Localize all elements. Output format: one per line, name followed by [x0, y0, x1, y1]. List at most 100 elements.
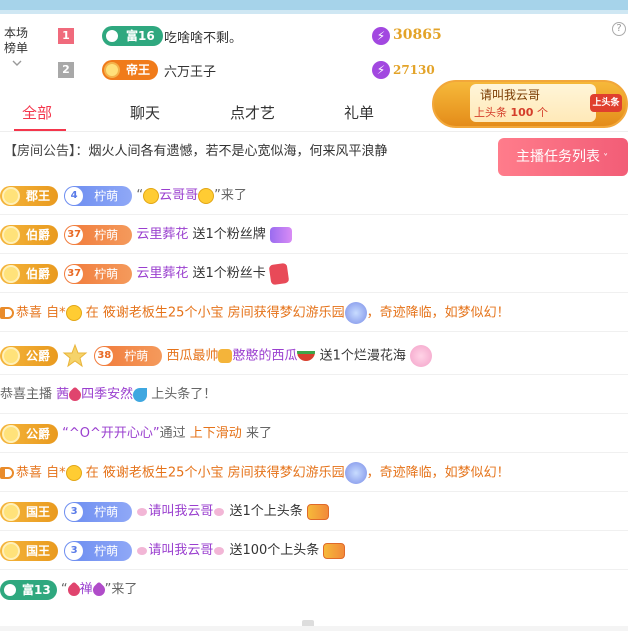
rich-icon	[104, 28, 120, 44]
noble-label: 国王	[26, 543, 51, 558]
fan-club-name: 柠萌	[94, 188, 119, 203]
tab-talent[interactable]: 点才艺	[230, 102, 275, 123]
noble-icon	[2, 186, 20, 205]
list-item: 恭喜 自* 在 筱谢老板生25个小宝 房间获得梦幻游乐园 ，奇迹降临，如梦似幻！	[0, 453, 628, 492]
message-list[interactable]: 郡王 4 柠萌 “ 云哥哥 ”来了 伯爵 37 柠萌 云里葬花 送1个粉丝牌 伯爵 37…	[0, 176, 628, 609]
list-item: 国王 3 柠萌 请叫我云哥 送100个上头条	[0, 531, 628, 570]
noble-icon	[2, 502, 20, 521]
message-text: ”来了	[104, 582, 138, 597]
message-text: 送1个上头条	[225, 504, 303, 519]
megaphone-icon	[0, 467, 14, 479]
room-name[interactable]: 筱谢老板生25个小宝	[103, 306, 224, 321]
noble-icon	[2, 541, 20, 560]
noble-icon	[2, 347, 20, 365]
coin-icon: ⚡	[372, 27, 390, 45]
message-text: ，奇迹降临，如梦似幻！	[366, 305, 510, 321]
message-text: 送1个烂漫花海	[315, 348, 406, 364]
message-text: 送1个粉丝卡	[192, 266, 266, 281]
name-decoration-icon	[214, 546, 225, 555]
badge-label: 富16	[126, 29, 155, 43]
headline-user: 请叫我云哥	[480, 88, 541, 102]
room-name[interactable]: 筱谢老板生25个小宝	[103, 466, 224, 481]
message-text: 送100个上头条	[225, 543, 320, 558]
message-text: 恭喜 自*	[16, 465, 66, 481]
noble-label: 公爵	[26, 426, 51, 441]
fan-level-badge: 4 柠萌	[64, 185, 133, 206]
noble-label: 伯爵	[26, 227, 51, 242]
user-name[interactable]: 云里葬花	[136, 266, 188, 281]
user-name[interactable]: 四季安然	[81, 387, 133, 402]
rank-number: 2	[58, 62, 74, 78]
fan-club-name: 柠萌	[124, 349, 149, 363]
watermelon-icon	[297, 351, 316, 361]
fan-level-number: 37	[65, 264, 84, 283]
message-text: 恭喜主播	[0, 387, 57, 402]
fan-card-gift-icon	[268, 262, 290, 285]
tab-chat[interactable]: 聊天	[130, 102, 160, 123]
tab-gift-list[interactable]: 礼单	[344, 102, 374, 123]
top-strip	[0, 0, 628, 14]
user-name[interactable]: “^O^开开心心”	[62, 426, 160, 441]
noble-badge: 国王	[0, 540, 59, 561]
fan-level-number: 38	[95, 347, 114, 365]
list-item: 恭喜 自* 在 筱谢老板生25个小宝 房间获得梦幻游乐园 ，奇迹降临，如梦似幻！	[0, 293, 628, 332]
fan-level-badge: 38 柠萌	[94, 346, 163, 366]
room-announcement: 【房间公告】：烟火人间各有遗憾，若不是心宽似海，何来风平浪静	[4, 140, 388, 159]
noble-icon	[2, 225, 20, 244]
headline-count: 100	[510, 106, 534, 119]
message-text: 通过	[159, 426, 190, 441]
badge-label: 帝王	[126, 63, 151, 77]
announcement-label: 【房间公告】：	[4, 144, 89, 159]
name-decoration-icon	[214, 507, 225, 516]
user-name[interactable]: 禅	[80, 582, 93, 597]
smile-emoji-icon	[65, 465, 82, 481]
user-name[interactable]: 云里葬花	[136, 227, 188, 242]
fan-level-badge: 3 柠萌	[64, 501, 133, 522]
list-item: 伯爵 37 柠萌 云里葬花 送1个粉丝卡	[0, 254, 628, 293]
user-name[interactable]: 请叫我云哥	[148, 504, 213, 519]
rank-number: 1	[58, 28, 74, 44]
message-text: 房间获得梦幻游乐园	[223, 305, 345, 321]
flower-sea-gift-icon	[410, 345, 433, 367]
chevron-down-icon: ˅	[600, 153, 609, 164]
fan-level-number: 3	[65, 541, 84, 560]
user-name[interactable]: 茜	[56, 387, 69, 402]
message-text: 在	[81, 465, 103, 481]
list-item: 公爵 38 柠萌 西瓜最帅 憨憨的西瓜 送1个烂漫花海	[0, 332, 628, 375]
fan-level-number: 37	[65, 225, 84, 244]
fan-club-name: 柠萌	[94, 266, 119, 281]
ranking-label: 本场榜单	[4, 26, 29, 55]
thumbs-up-icon	[218, 349, 233, 363]
ranking-row[interactable]: 1 富16 吃啥啥不剩。 ⚡ 30865	[56, 24, 616, 48]
user-name[interactable]: 憨憨的西瓜	[232, 349, 297, 364]
fan-badge-gift-icon	[269, 226, 292, 243]
user-name[interactable]: 云哥哥	[159, 188, 198, 203]
dream-park-gift-icon	[344, 462, 367, 484]
user-name[interactable]: 西瓜最帅	[166, 349, 218, 364]
entry-source-link[interactable]: 上下滑动	[190, 426, 242, 441]
message-text: 房间获得梦幻游乐园	[223, 465, 345, 481]
fan-level-badge: 3 柠萌	[64, 540, 133, 561]
name-decoration-icon	[137, 507, 148, 516]
fan-club-name: 柠萌	[94, 227, 119, 242]
smile-emoji-icon	[198, 187, 215, 204]
noble-label: 伯爵	[26, 266, 51, 281]
tab-all[interactable]: 全部	[22, 102, 52, 123]
user-name[interactable]: 请叫我云哥	[148, 543, 213, 558]
tabs-divider	[0, 131, 628, 132]
smile-emoji-icon	[65, 305, 82, 321]
megaphone-icon	[0, 307, 14, 319]
rich-icon	[2, 581, 18, 598]
anchor-task-list-button[interactable]: 主播任务列表 ˅	[498, 138, 628, 176]
chevron-down-icon[interactable]	[12, 58, 22, 68]
headline-gift-icon	[323, 542, 346, 559]
message-text: 上头条了！	[147, 387, 217, 402]
headline-tag: 上头条	[590, 94, 622, 112]
badge-label: 富13	[22, 582, 51, 597]
ranking-row[interactable]: 2 帝王 六万王子 ⚡ 27130	[56, 58, 616, 82]
noble-label: 国王	[26, 504, 51, 519]
rich-level-badge: 富16	[102, 26, 163, 46]
noble-badge: 公爵	[0, 423, 59, 444]
headline-banner[interactable]: 请叫我云哥 上头条 100 个 上头条	[432, 80, 628, 128]
noble-label: 公爵	[26, 349, 51, 363]
